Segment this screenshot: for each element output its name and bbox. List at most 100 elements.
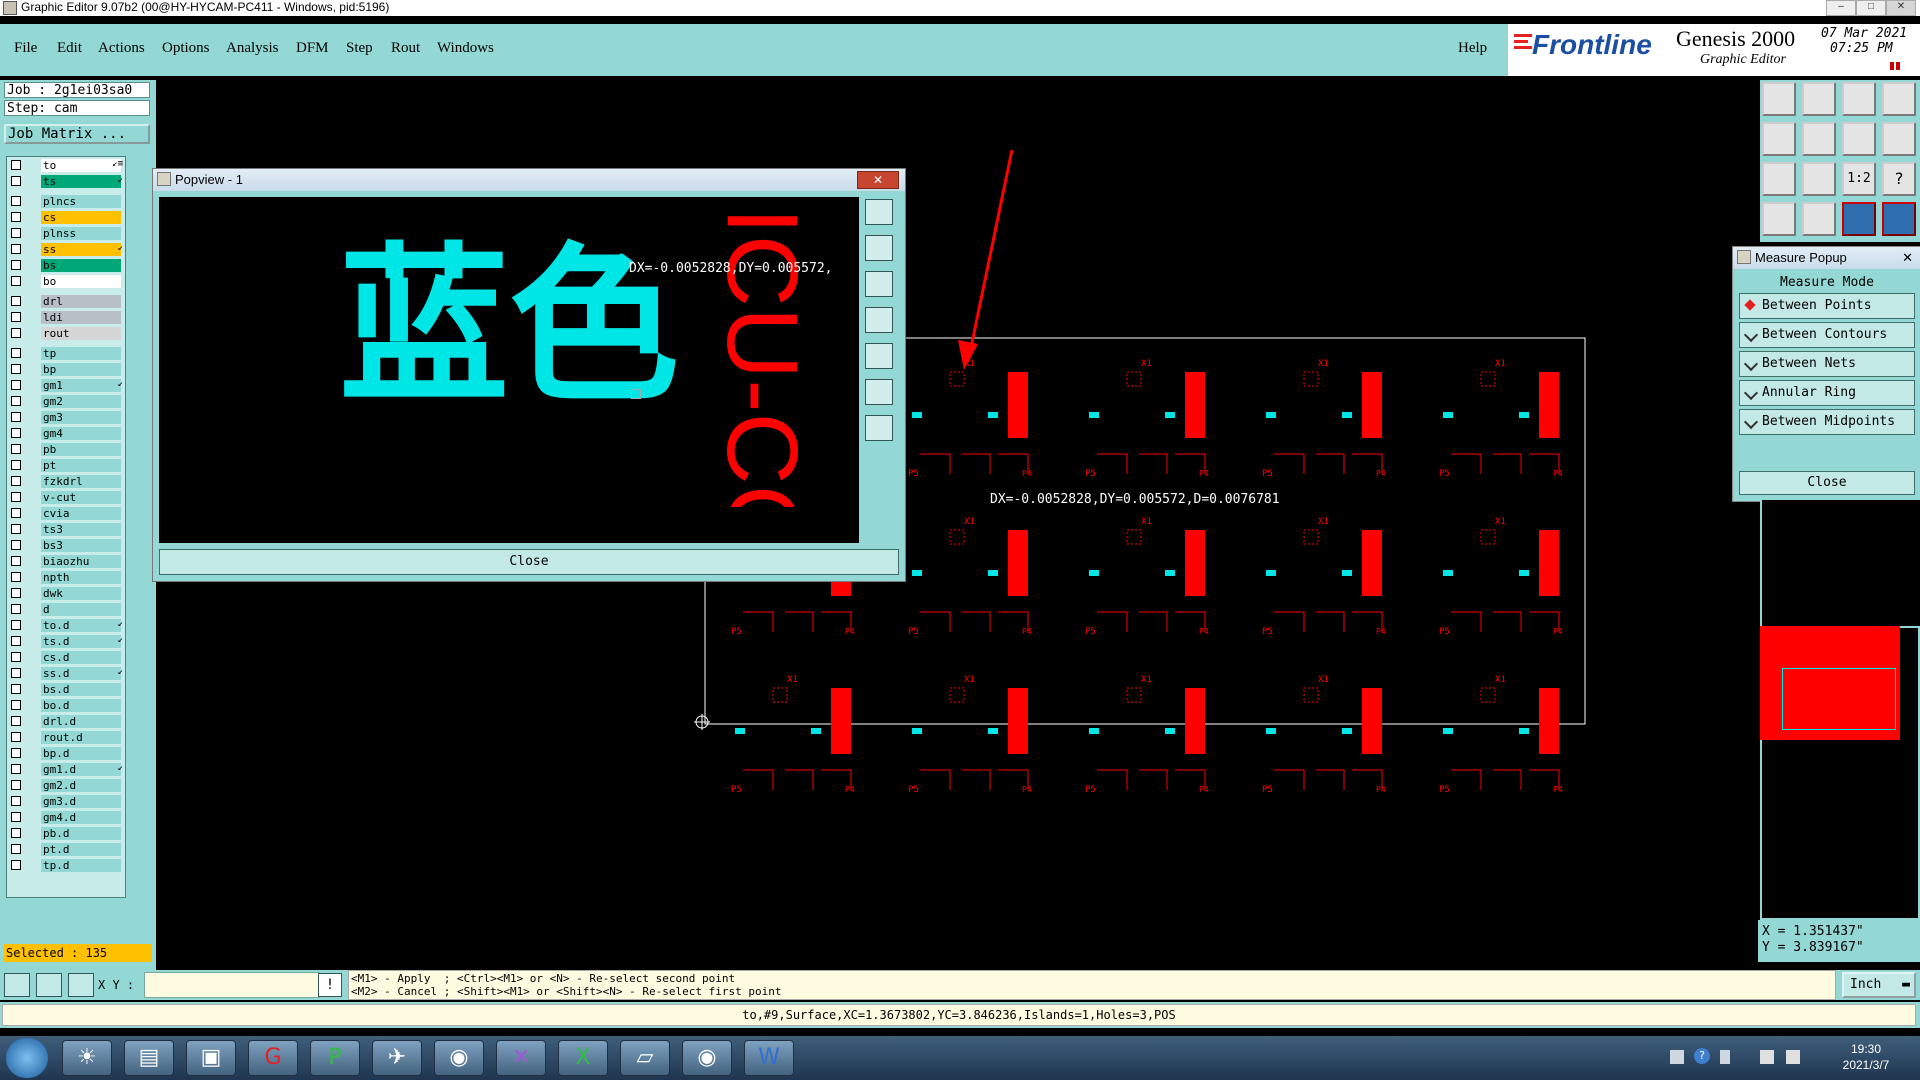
measure-close-button[interactable]: Close xyxy=(1739,471,1915,495)
layer-checkbox[interactable] xyxy=(11,460,21,470)
popview-close-x-button[interactable]: ✕ xyxy=(857,171,899,189)
layer-checkbox[interactable] xyxy=(11,444,21,454)
taskbar-xtool-icon[interactable]: ✕ xyxy=(496,1040,546,1076)
minimap-viewport[interactable] xyxy=(1782,668,1896,730)
layer-row[interactable]: ss ↙ xyxy=(7,243,125,256)
taskbar-explorer-icon[interactable]: ☀ xyxy=(62,1040,112,1076)
layer-checkbox[interactable] xyxy=(11,588,21,598)
layer-checkbox[interactable] xyxy=(11,652,21,662)
layer-checkbox[interactable] xyxy=(11,540,21,550)
tool-scale-icon[interactable]: 1:2 xyxy=(1842,162,1876,196)
layer-row[interactable]: ts3 xyxy=(7,523,125,536)
layer-checkbox[interactable] xyxy=(11,276,21,286)
tool-open-step-icon[interactable] xyxy=(1762,82,1796,116)
layer-row[interactable]: gm2 xyxy=(7,395,125,408)
layer-name[interactable]: npth xyxy=(41,571,121,584)
layer-checkbox[interactable] xyxy=(11,160,21,170)
units-button[interactable]: Inch ▬ xyxy=(1842,972,1916,998)
layer-name[interactable]: gm3.d xyxy=(41,795,121,808)
layer-name[interactable]: ss xyxy=(41,243,121,256)
layer-name[interactable]: ts3 xyxy=(41,523,121,536)
layer-name[interactable]: bp xyxy=(41,363,121,376)
tool-redo-icon[interactable] xyxy=(1802,122,1836,156)
layer-row[interactable]: tp xyxy=(7,347,125,360)
layer-name[interactable]: biaozhu xyxy=(41,555,121,568)
layer-checkbox[interactable] xyxy=(11,492,21,502)
option-between-points[interactable]: Between Points xyxy=(1739,293,1915,319)
menu-options[interactable]: Options xyxy=(162,40,210,57)
layer-row[interactable]: ss.d ↙ xyxy=(7,667,125,680)
layer-name[interactable]: plnss xyxy=(41,227,121,240)
layer-row[interactable]: gm2.d xyxy=(7,779,125,792)
layer-checkbox[interactable] xyxy=(11,476,21,486)
layer-checkbox[interactable] xyxy=(11,524,21,534)
layer-name[interactable]: gm1.d xyxy=(41,763,121,776)
taskbar-viewer-icon[interactable]: ◉ xyxy=(682,1040,732,1076)
layer-name[interactable]: pt.d xyxy=(41,843,121,856)
layer-checkbox[interactable] xyxy=(11,828,21,838)
layer-row[interactable]: cs xyxy=(7,211,125,224)
layer-name[interactable]: ldi xyxy=(41,311,121,324)
layer-checkbox[interactable] xyxy=(11,572,21,582)
layer-checkbox[interactable] xyxy=(11,428,21,438)
popview-zoom-in-icon[interactable] xyxy=(865,379,893,405)
menu-edit[interactable]: Edit xyxy=(57,40,82,57)
taskbar-pads-icon[interactable]: P xyxy=(310,1040,360,1076)
taskbar-save-icon[interactable]: ▣ xyxy=(186,1040,236,1076)
layer-name[interactable]: rout xyxy=(41,327,121,340)
layer-row[interactable]: cvia xyxy=(7,507,125,520)
tool-measure-icon[interactable] xyxy=(1762,202,1796,236)
layer-row[interactable]: ts ↙ xyxy=(7,175,125,188)
layer-row[interactable]: to.d ↙ xyxy=(7,619,125,632)
taskbar-fish-icon[interactable]: ◉ xyxy=(434,1040,484,1076)
layer-row[interactable]: gm4.d xyxy=(7,811,125,824)
grid-snap-icon[interactable] xyxy=(36,973,62,997)
tool-drc-icon[interactable] xyxy=(1882,202,1916,236)
layer-checkbox[interactable] xyxy=(11,796,21,806)
layer-row[interactable]: rout xyxy=(7,327,125,340)
layer-checkbox[interactable] xyxy=(11,296,21,306)
layer-name[interactable]: pt xyxy=(41,459,121,472)
layer-checkbox[interactable] xyxy=(11,212,21,222)
layer-row[interactable]: bp.d xyxy=(7,747,125,760)
layer-name[interactable]: bs.d xyxy=(41,683,121,696)
layer-checkbox[interactable] xyxy=(11,364,21,374)
tool-snap-icon[interactable] xyxy=(1882,122,1916,156)
option-between-nets[interactable]: Between Nets xyxy=(1739,351,1915,377)
menu-analysis[interactable]: Analysis xyxy=(226,40,279,57)
layer-name[interactable]: bo.d xyxy=(41,699,121,712)
layer-row[interactable]: tp.d xyxy=(7,859,125,872)
layer-name[interactable]: gm1 xyxy=(41,379,121,392)
layer-name[interactable]: bs xyxy=(41,259,121,272)
layer-row[interactable]: pb xyxy=(7,443,125,456)
xy-input[interactable] xyxy=(144,972,320,998)
layer-checkbox[interactable] xyxy=(11,684,21,694)
popview-zoom-out-icon[interactable] xyxy=(865,415,893,441)
tool-window-icon[interactable] xyxy=(1882,82,1916,116)
tool-zoom-area-icon[interactable] xyxy=(1842,122,1876,156)
tool-probe-icon[interactable] xyxy=(1802,202,1836,236)
layer-checkbox[interactable] xyxy=(11,764,21,774)
layer-row[interactable]: plnss xyxy=(7,227,125,240)
layer-checkbox[interactable] xyxy=(11,732,21,742)
layer-name[interactable]: gm3 xyxy=(41,411,121,424)
measure-close-x[interactable]: ✕ xyxy=(1902,247,1913,269)
taskbar-excel-icon[interactable]: X xyxy=(558,1040,608,1076)
tool-net-icon[interactable] xyxy=(1842,202,1876,236)
layer-checkbox[interactable] xyxy=(11,328,21,338)
layer-checkbox[interactable] xyxy=(11,176,21,186)
popview-close-button[interactable]: Close xyxy=(159,549,899,575)
measure-titlebar[interactable]: Measure Popup ✕ xyxy=(1733,247,1920,269)
layer-row[interactable]: bp xyxy=(7,363,125,376)
job-matrix-button[interactable]: Job Matrix ... xyxy=(4,124,150,144)
tool-save-icon[interactable] xyxy=(1802,82,1836,116)
layer-name[interactable]: drl.d xyxy=(41,715,121,728)
menu-actions[interactable]: Actions xyxy=(98,40,145,57)
popview-zoom-fit-icon[interactable] xyxy=(865,199,893,225)
layer-checkbox[interactable] xyxy=(11,716,21,726)
layer-row[interactable]: pt.d xyxy=(7,843,125,856)
popview-pan-down-icon[interactable] xyxy=(865,271,893,297)
tool-undo-icon[interactable] xyxy=(1762,122,1796,156)
overview-minimap[interactable] xyxy=(1760,500,1920,970)
layer-row[interactable]: rout.d xyxy=(7,731,125,744)
